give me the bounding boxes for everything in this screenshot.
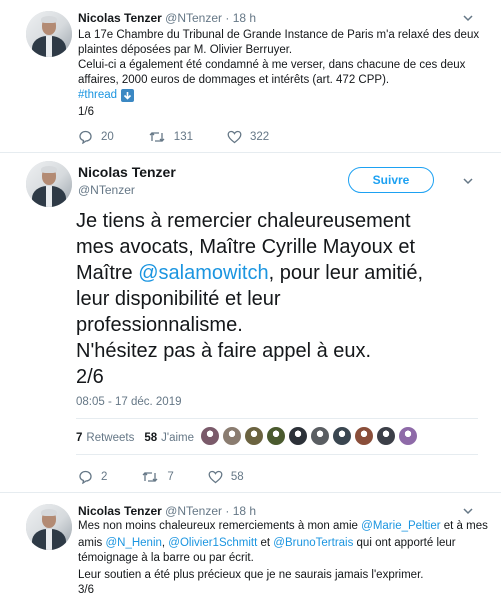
author-handle[interactable]: @NTenzer	[165, 504, 222, 518]
retweet-button[interactable]: 7	[141, 470, 174, 484]
author-handle[interactable]: @NTenzer	[165, 11, 222, 25]
author-name[interactable]: Nicolas Tenzer	[78, 11, 162, 25]
likes-stat[interactable]: 58 J'aime	[144, 432, 194, 444]
tweet-header: Nicolas Tenzer @NTenzer · 18 h	[78, 11, 256, 25]
text-segment: amis	[78, 537, 106, 549]
liker-avatar[interactable]	[333, 427, 351, 445]
likes-stat-label: J'aime	[161, 432, 195, 444]
tweet-time[interactable]: · 18 h	[225, 504, 256, 518]
text-segment: Mes non moins chaleureux remerciements à…	[78, 520, 362, 532]
avatar[interactable]	[26, 11, 72, 57]
tweet-text: La 17e Chambre du Tribunal de Grande Ins…	[78, 28, 488, 120]
retweet-count: 131	[173, 131, 193, 143]
chevron-down-icon[interactable]	[463, 506, 473, 516]
text-line: affaires, 2000 euros de dommages et inté…	[78, 74, 390, 86]
like-count: 58	[230, 471, 244, 483]
like-button[interactable]: 58	[208, 470, 244, 484]
likes-stat-count: 58	[144, 432, 158, 444]
hashtag-link[interactable]: #thread	[78, 88, 117, 103]
like-button[interactable]: 322	[227, 130, 269, 144]
liker-avatar[interactable]	[399, 427, 417, 445]
text-line: N'hésitez pas à faire appel à eux.	[76, 340, 372, 362]
engagement-stats: 7 Retweets 58 J'aime	[76, 432, 194, 444]
text-line: témoignage à la barre ou par écrit.	[78, 552, 254, 564]
liker-avatar[interactable]	[355, 427, 373, 445]
liker-avatar[interactable]	[311, 427, 329, 445]
text-segment: et	[257, 537, 274, 549]
text-segment: , pour leur amitié,	[268, 262, 424, 284]
tweet-1[interactable]: Nicolas Tenzer @NTenzer · 18 h La 17e Ch…	[0, 0, 501, 153]
reply-button[interactable]: 2	[78, 470, 107, 484]
retweets-stat-label: Retweets	[86, 432, 135, 444]
author-handle[interactable]: @NTenzer	[78, 183, 135, 197]
retweet-icon	[142, 472, 158, 482]
text-line: amis @N_Henin, @Olivier1Schmitt et @Brun…	[78, 536, 496, 551]
like-count: 322	[249, 131, 270, 143]
tweet-3[interactable]: Nicolas Tenzer @NTenzer · 18 h Mes non m…	[0, 493, 501, 600]
text-line: Maître @salamowitch, pour leur amitié,	[76, 260, 476, 286]
liker-avatar[interactable]	[245, 427, 263, 445]
text-line: professionnalisme.	[76, 314, 243, 336]
liker-avatar[interactable]	[289, 427, 307, 445]
mention-link[interactable]: @N_Henin	[105, 537, 161, 549]
text-line: La 17e Chambre du Tribunal de Grande Ins…	[78, 29, 480, 41]
tweet-actions: 2 7 58	[78, 470, 278, 484]
thread-count: 2/6	[76, 366, 104, 388]
tweet-timestamp[interactable]: 08:05 - 17 déc. 2019	[76, 396, 182, 408]
mention-link[interactable]: @Olivier1Schmitt	[168, 537, 257, 549]
liker-avatar[interactable]	[223, 427, 241, 445]
retweets-stat[interactable]: 7 Retweets	[76, 432, 134, 444]
retweets-stat-count: 7	[76, 432, 83, 444]
tweet-header: Nicolas Tenzer @NTenzer · 18 h	[78, 504, 256, 518]
text-line: mes avocats, Maître Cyrille Mayoux et	[76, 236, 415, 258]
reply-count: 20	[101, 131, 114, 143]
avatar[interactable]	[26, 161, 72, 207]
retweet-button[interactable]: 131	[148, 130, 193, 144]
liker-avatar[interactable]	[201, 427, 219, 445]
divider	[76, 418, 478, 419]
reply-icon	[79, 130, 92, 144]
author-name[interactable]: Nicolas Tenzer	[78, 164, 176, 180]
like-icon	[208, 470, 223, 484]
text-segment: qui ont apporté leur	[353, 537, 456, 549]
liker-avatar[interactable]	[377, 427, 395, 445]
reply-button[interactable]: 20	[78, 130, 114, 144]
follow-button[interactable]: Suivre	[348, 167, 434, 193]
liker-avatars	[201, 427, 421, 445]
like-icon	[227, 130, 242, 144]
text-segment: Maître	[76, 262, 139, 284]
divider	[76, 454, 478, 455]
thread-count: 3/6	[78, 584, 94, 596]
mention-link[interactable]: @BrunoTertrais	[273, 537, 353, 549]
down-arrow-emoji-icon	[121, 89, 135, 102]
text-line: Mes non moins chaleureux remerciements à…	[78, 519, 496, 534]
retweet-count: 7	[167, 471, 174, 483]
thread-count: 1/6	[78, 106, 94, 118]
author-name[interactable]: Nicolas Tenzer	[78, 504, 162, 518]
chevron-down-icon[interactable]	[463, 13, 473, 23]
mention-link[interactable]: @salamowitch	[138, 262, 268, 284]
mention-link[interactable]: @Marie_Peltier	[361, 520, 440, 532]
tweet-actions: 20 131 322	[78, 130, 303, 144]
chevron-down-icon[interactable]	[463, 176, 473, 186]
reply-count: 2	[101, 471, 108, 483]
reply-icon	[79, 470, 92, 484]
tweet-text: Mes non moins chaleureux remerciements à…	[78, 519, 496, 598]
text-line: Je tiens à remercier chaleureusement	[76, 210, 411, 232]
tweet-2-focused: Nicolas Tenzer @NTenzer Suivre Je tiens …	[0, 153, 501, 493]
tweet-text: Je tiens à remercier chaleureusement mes…	[76, 208, 476, 390]
avatar[interactable]	[26, 504, 72, 550]
retweet-icon	[149, 132, 165, 142]
text-line: Leur soutien a été plus précieux que je …	[78, 569, 424, 581]
liker-avatar[interactable]	[267, 427, 285, 445]
text-segment: et à mes	[440, 520, 488, 532]
text-line: plaintes déposées par M. Olivier Berruye…	[78, 44, 293, 56]
text-line: leur disponibilité et leur	[76, 288, 281, 310]
text-line: Celui-ci a également été condamné à me v…	[78, 59, 466, 71]
tweet-time[interactable]: · 18 h	[225, 11, 256, 25]
